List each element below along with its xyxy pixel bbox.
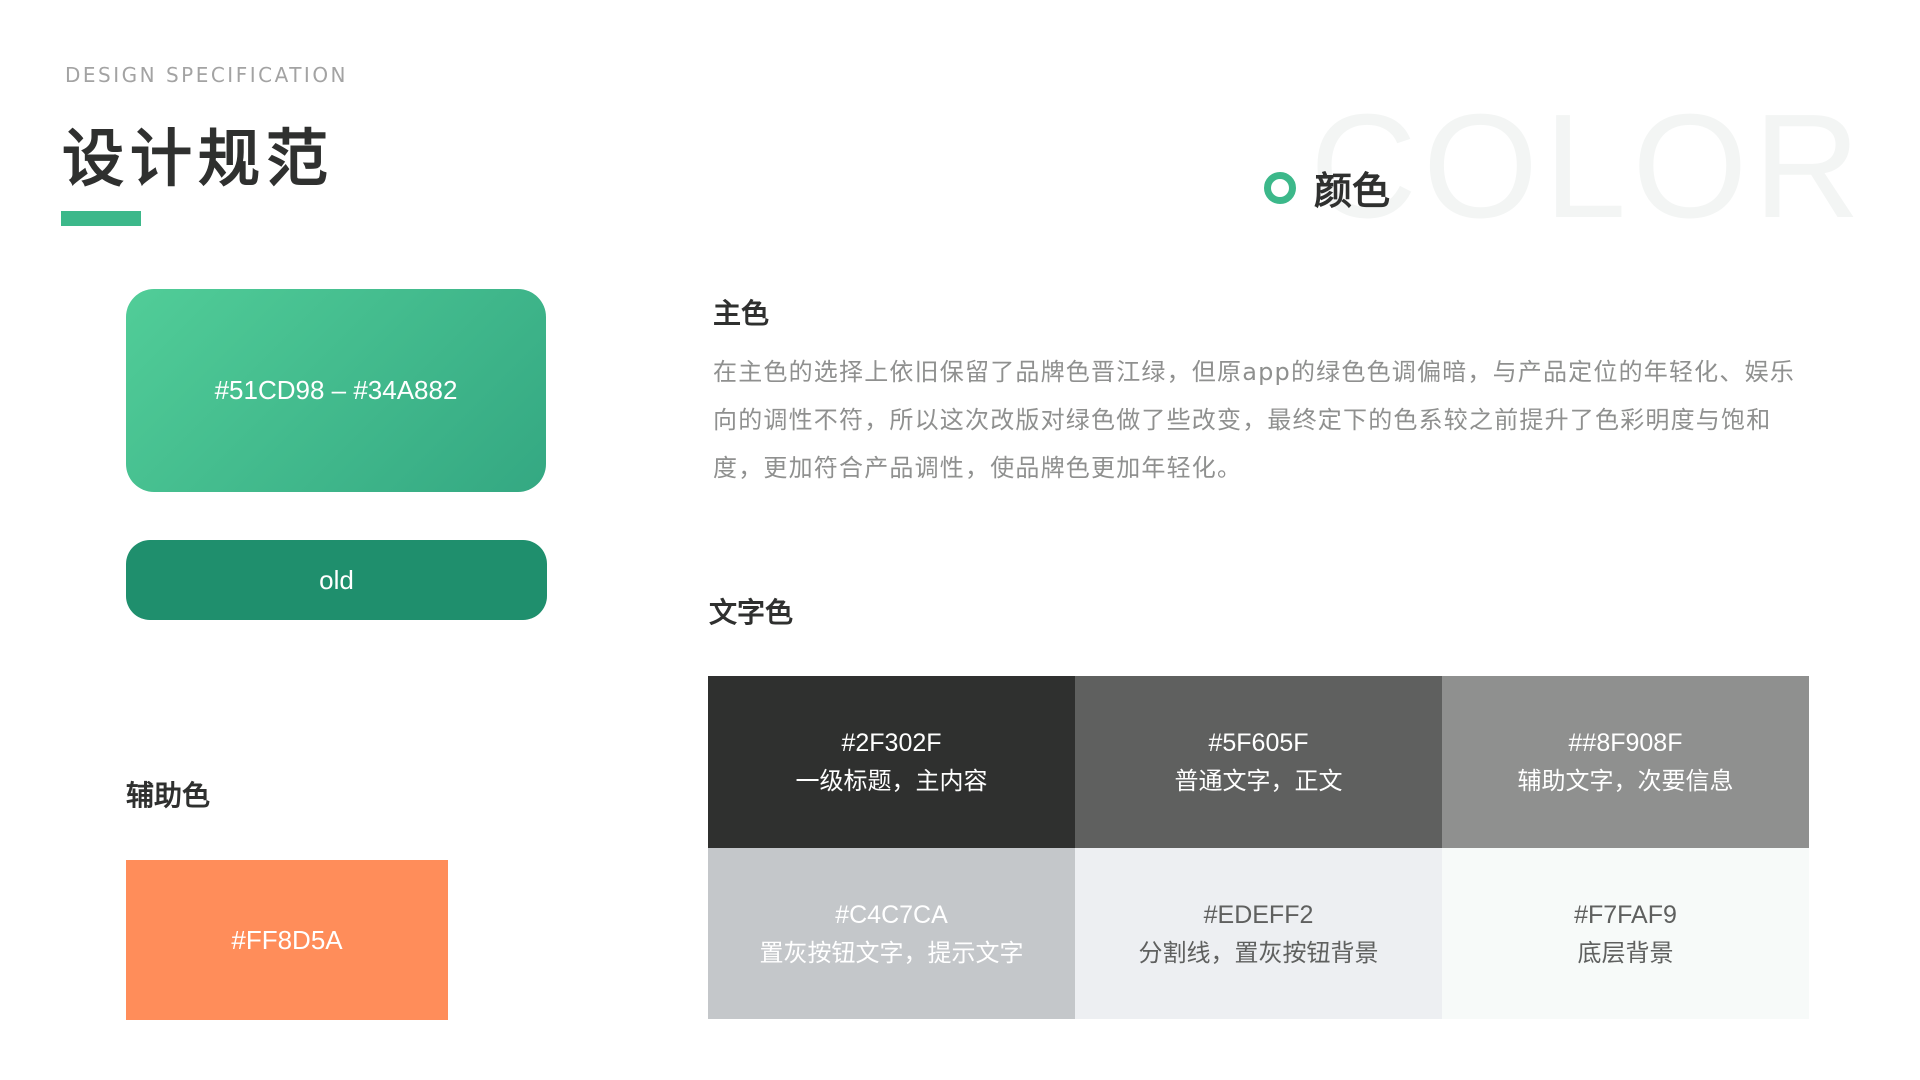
auxiliary-swatch-label: #FF8D5A	[231, 924, 343, 955]
text-color-usage: 底层背景	[1577, 938, 1674, 967]
page-title: 设计规范	[62, 122, 335, 195]
text-color-cell: #F7FAF9 底层背景	[1442, 848, 1809, 1019]
text-color-usage: 一级标题，主内容	[795, 767, 988, 795]
section-heading: 颜色	[1264, 160, 1390, 215]
text-color-hex: #5F605F	[1208, 729, 1309, 757]
text-color-cell: #5F605F 普通文字，正文	[1075, 676, 1442, 848]
primary-swatch-label: #51CD98 – #34A882	[214, 375, 458, 405]
eyebrow-label: DESIGN SPECIFICATION	[65, 63, 349, 87]
text-color-hex: #2F302F	[841, 729, 942, 757]
text-color-hex: #F7FAF9	[1574, 900, 1677, 929]
color-watermark: COLOR	[1310, 84, 1867, 249]
old-swatch-label: old	[319, 564, 354, 595]
old-color-swatch: old	[126, 540, 547, 620]
text-color-cell: ##8F908F 辅助文字，次要信息	[1442, 676, 1809, 848]
auxiliary-color-swatch: #FF8D5A	[126, 860, 448, 1020]
text-color-cell: #2F302F 一级标题，主内容	[708, 676, 1075, 848]
text-color-hex: #EDEFF2	[1203, 900, 1314, 929]
primary-color-description: 在主色的选择上依旧保留了品牌色晋江绿，但原app的绿色色调偏暗，与产品定位的年轻…	[713, 358, 1795, 482]
design-spec-page: COLOR DESIGN SPECIFICATION 设计规范 颜色 #51CD…	[0, 0, 1920, 1080]
text-color-hex: #C4C7CA	[835, 900, 948, 929]
text-color-cell: #C4C7CA 置灰按钮文字，提示文字	[708, 848, 1075, 1019]
auxiliary-heading: 辅助色	[126, 779, 211, 812]
text-color-usage: 普通文字，正文	[1174, 767, 1343, 795]
text-color-cell: #EDEFF2 分割线，置灰按钮背景	[1075, 848, 1442, 1019]
text-color-hex: ##8F908F	[1568, 729, 1683, 757]
ring-bullet-icon	[1264, 171, 1296, 204]
primary-color-heading: 主色	[713, 297, 770, 330]
primary-gradient-swatch: #51CD98 – #34A882	[126, 289, 546, 492]
text-color-usage: 分割线，置灰按钮背景	[1138, 938, 1379, 967]
text-color-usage: 辅助文字，次要信息	[1517, 767, 1734, 795]
section-title: 颜色	[1314, 169, 1391, 213]
text-color-heading: 文字色	[709, 596, 794, 629]
title-underline	[61, 211, 141, 226]
text-color-usage: 置灰按钮文字，提示文字	[759, 938, 1024, 967]
text-color-grid: #2F302F 一级标题，主内容 #5F605F 普通文字，正文 ##8F908…	[708, 676, 1809, 1019]
